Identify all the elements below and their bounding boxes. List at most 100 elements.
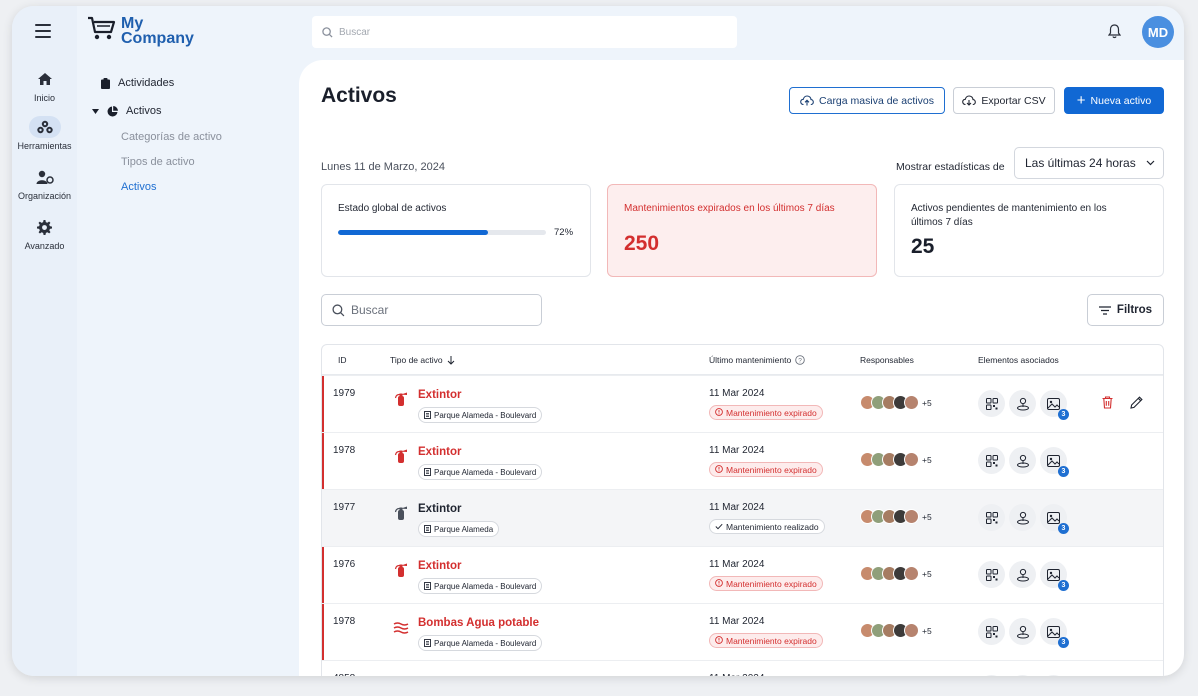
stats-range-value: Las últimas 24 horas: [1025, 156, 1136, 170]
trash-icon[interactable]: [1102, 396, 1113, 414]
table-row[interactable]: 1979 Extintor Parque Alameda - Boulevard…: [322, 375, 1163, 433]
rail-item-organizacion[interactable]: Organización: [12, 166, 77, 201]
location-pin-icon[interactable]: [1009, 447, 1036, 474]
associated-elements: 3: [978, 390, 1069, 420]
responsibles-avatars[interactable]: +5: [860, 395, 932, 410]
more-responsibles: +5: [922, 397, 932, 408]
bulk-upload-button[interactable]: Carga masiva de activos: [789, 87, 945, 114]
responsibles-avatars[interactable]: +5: [860, 623, 932, 638]
global-search[interactable]: [312, 16, 737, 48]
progress-percent: 72%: [554, 227, 574, 238]
table-row[interactable]: 1978 Extintor Parque Alameda - Boulevard…: [322, 432, 1163, 490]
global-search-input[interactable]: [339, 26, 719, 38]
maintenance-date: 11 Mar 2024: [709, 559, 765, 570]
location-pin-icon[interactable]: [1009, 618, 1036, 645]
subnav-item-categorias[interactable]: Categorías de activo: [121, 131, 222, 143]
rail-item-inicio[interactable]: Inicio: [12, 68, 77, 103]
header-last-maintenance[interactable]: Último mantenimiento ?: [709, 345, 805, 375]
qr-code-icon[interactable]: [978, 675, 1005, 676]
table-row[interactable]: 1978 Bombas Agua potable Parque Alameda …: [322, 603, 1163, 661]
search-icon: [322, 26, 333, 38]
subnav-item-activos-list[interactable]: Activos: [121, 181, 156, 193]
table-row[interactable]: 1977 Extintor Parque Alameda 11 Mar 2024…: [322, 489, 1163, 546]
header-label: Tipo de activo: [390, 355, 443, 365]
responsibles-avatars[interactable]: +5: [860, 509, 932, 524]
status-label: Mantenimiento realizado: [726, 521, 819, 532]
avatar: [904, 395, 919, 410]
rail-item-herramientas[interactable]: Herramientas: [12, 116, 77, 151]
image-icon[interactable]: 3: [1040, 447, 1069, 477]
cloud-download-icon: [962, 95, 977, 106]
user-avatar[interactable]: MD: [1142, 16, 1174, 48]
asset-name[interactable]: Extintor: [418, 560, 461, 572]
help-icon[interactable]: ?: [795, 355, 805, 365]
rail-item-avanzado[interactable]: Avanzado: [12, 216, 77, 251]
subnav-item-actividades[interactable]: Actividades: [101, 77, 174, 89]
global-progress-bar: [338, 230, 546, 235]
avatar: [904, 452, 919, 467]
fire-extinguisher-icon: [393, 562, 409, 578]
status-label: Mantenimiento expirado: [726, 635, 817, 646]
menu-icon[interactable]: [35, 24, 51, 38]
table-search-input[interactable]: [351, 303, 531, 317]
associated-elements: 3: [978, 504, 1069, 534]
image-icon[interactable]: 3: [1040, 390, 1069, 420]
image-icon[interactable]: [1040, 675, 1067, 676]
plus-icon: +: [1076, 91, 1086, 109]
asset-name[interactable]: Extintor: [418, 389, 461, 401]
subnav-item-activos[interactable]: Activos: [92, 105, 161, 117]
asset-name[interactable]: Extintor: [418, 503, 461, 515]
qr-code-icon[interactable]: [978, 390, 1005, 417]
location-chip: Parque Alameda - Boulevard: [418, 578, 543, 594]
responsibles-avatars[interactable]: +5: [860, 452, 932, 467]
building-icon: [424, 468, 431, 476]
location-pin-icon[interactable]: [1009, 675, 1036, 676]
location-chip: Parque Alameda - Boulevard: [418, 464, 543, 480]
image-count-badge: 3: [1058, 523, 1069, 534]
location-pin-icon[interactable]: [1009, 504, 1036, 531]
table-row[interactable]: 4858 11 Mar 2024: [322, 660, 1163, 676]
image-icon[interactable]: 3: [1040, 504, 1069, 534]
company-logo[interactable]: My Company: [87, 16, 194, 47]
associated-elements: 3: [978, 447, 1069, 477]
responsibles-avatars[interactable]: +5: [860, 566, 932, 581]
filters-button[interactable]: Filtros: [1087, 294, 1164, 326]
sub-navigation: My Company Actividades Activos Categoría…: [77, 6, 302, 676]
asset-name[interactable]: Bombas Agua potable: [418, 617, 539, 629]
edit-icon[interactable]: [1130, 396, 1143, 414]
building-icon: [424, 411, 431, 419]
qr-code-icon[interactable]: [978, 561, 1005, 588]
associated-elements: [978, 675, 1067, 676]
location-pin-icon[interactable]: [1009, 561, 1036, 588]
image-icon[interactable]: 3: [1040, 561, 1069, 591]
subnav-item-tipos[interactable]: Tipos de activo: [121, 156, 195, 168]
rail-label: Organización: [17, 191, 72, 201]
asset-name[interactable]: Extintor: [418, 446, 461, 458]
card-title: Activos pendientes de mantenimiento en l…: [911, 203, 1107, 228]
status-label: Mantenimiento expirado: [726, 407, 817, 418]
qr-code-icon[interactable]: [978, 618, 1005, 645]
cloud-upload-icon: [800, 95, 814, 106]
maintenance-status: Mantenimiento expirado: [709, 405, 823, 420]
maintenance-date: 11 Mar 2024: [709, 616, 765, 627]
location-pin-icon[interactable]: [1009, 390, 1036, 417]
logo-line-2: Company: [121, 30, 194, 47]
location-label: Parque Alameda - Boulevard: [434, 410, 537, 420]
header-responsibles: Responsables: [860, 355, 914, 365]
fire-extinguisher-icon: [393, 505, 409, 521]
stats-range-select[interactable]: Las últimas 24 horas: [1014, 147, 1164, 179]
alert-circle-icon: [715, 578, 723, 589]
associated-elements: 3: [978, 618, 1069, 648]
export-csv-button[interactable]: Exportar CSV: [953, 87, 1055, 114]
qr-code-icon[interactable]: [978, 504, 1005, 531]
table-search[interactable]: [321, 294, 542, 326]
header-asset-type[interactable]: Tipo de activo: [390, 345, 455, 375]
fire-extinguisher-icon: [393, 448, 409, 464]
header-id[interactable]: ID: [338, 345, 347, 375]
image-icon[interactable]: 3: [1040, 618, 1069, 648]
new-asset-button[interactable]: + Nueva activo: [1064, 87, 1164, 114]
alert-circle-icon: [715, 464, 723, 475]
qr-code-icon[interactable]: [978, 447, 1005, 474]
table-row[interactable]: 1976 Extintor Parque Alameda - Boulevard…: [322, 546, 1163, 604]
bell-icon[interactable]: [1107, 24, 1122, 44]
